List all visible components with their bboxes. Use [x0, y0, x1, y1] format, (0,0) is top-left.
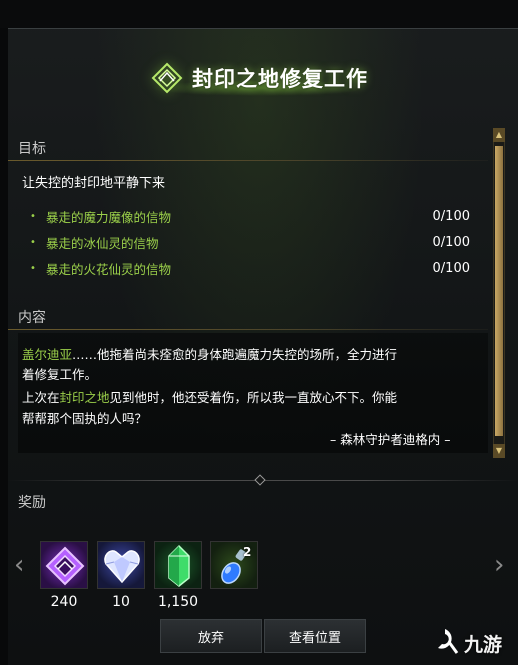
- quest-title-bar: 封印之地修复工作: [0, 56, 518, 100]
- task-name: 暴走的魔力魔像的信物: [46, 209, 172, 225]
- quest-title: 封印之地修复工作: [192, 67, 368, 91]
- rewards-header: 奖励: [18, 495, 46, 511]
- task-item: • 暴走的火花仙灵的信物 0/100: [30, 259, 470, 277]
- blue-potion-icon: [211, 549, 257, 588]
- task-bullet: •: [30, 262, 36, 274]
- content-line: 盖尔迪亚……他拖着尚未痊愈的身体跑遍魔力失控的场所，全力进行: [22, 344, 397, 363]
- watermark: 九游: [430, 626, 518, 660]
- task-name: 暴走的火花仙灵的信物: [46, 261, 172, 277]
- watermark-text: 九游: [464, 633, 503, 656]
- quest-emblem-icon: [150, 61, 184, 95]
- task-item: • 暴走的冰仙灵的信物 0/100: [30, 233, 470, 251]
- task-item: • 暴走的魔力魔像的信物 0/100: [30, 207, 470, 225]
- reward-count: 240: [50, 594, 78, 610]
- content-line: 着修复工作。: [22, 364, 97, 383]
- content-header: 内容: [18, 310, 46, 326]
- scrollbar-thumb[interactable]: [495, 146, 503, 436]
- content-text: 上次在: [22, 390, 60, 405]
- stack-count-badge: 2: [243, 545, 252, 559]
- npc-name-highlight: 盖尔迪亚: [22, 347, 73, 362]
- content-text: 帮帮那个固执的人吗？: [22, 411, 148, 426]
- reward-slot[interactable]: [40, 541, 88, 589]
- content-line: 帮帮那个固执的人吗？: [22, 408, 147, 427]
- objectives-divider: [8, 160, 488, 161]
- npc-signature: – 森林守护者迪格内 –: [330, 432, 451, 447]
- green-crystal-icon: [155, 544, 201, 588]
- task-count: 0/100: [432, 234, 470, 250]
- reward-count: 10: [112, 594, 130, 610]
- task-bullet: •: [30, 236, 36, 248]
- task-bullet: •: [30, 210, 36, 222]
- task-count: 0/100: [432, 260, 470, 276]
- top-edge: [0, 0, 518, 28]
- objective-main: 让失控的封印地平静下来: [22, 176, 166, 191]
- scroll-up-button[interactable]: ▲: [493, 128, 505, 142]
- abandon-button[interactable]: 放弃: [160, 619, 262, 653]
- location-highlight: 封印之地: [59, 390, 110, 405]
- purple-sigil-icon: [41, 546, 87, 588]
- task-name: 暴走的冰仙灵的信物: [46, 235, 159, 251]
- view-location-button[interactable]: 查看位置: [264, 619, 366, 653]
- watermark-logo-icon: [430, 626, 460, 661]
- task-count: 0/100: [432, 208, 470, 224]
- reward-count: 1,150: [157, 594, 199, 610]
- content-divider: [8, 329, 488, 330]
- top-border: [8, 28, 518, 29]
- chevron-right-icon[interactable]: ›: [494, 552, 504, 578]
- scroll-down-button[interactable]: ▼: [493, 444, 505, 458]
- reward-slot[interactable]: [97, 541, 145, 589]
- content-line: 上次在封印之地见到他时，他还受着伤，所以我一直放心不下。你能: [22, 387, 397, 406]
- objectives-header: 目标: [18, 141, 46, 157]
- chevron-left-icon[interactable]: ‹: [14, 552, 24, 578]
- content-text: 着修复工作。: [22, 367, 98, 382]
- content-text: ……他拖着尚未痊愈的身体跑遍魔力失控的场所，全力进行: [72, 347, 398, 362]
- reward-slot[interactable]: [154, 541, 202, 589]
- content-text: 见到他时，他还受着伤，所以我一直放心不下。你能: [109, 390, 398, 405]
- heart-crystal-icon: [98, 550, 144, 588]
